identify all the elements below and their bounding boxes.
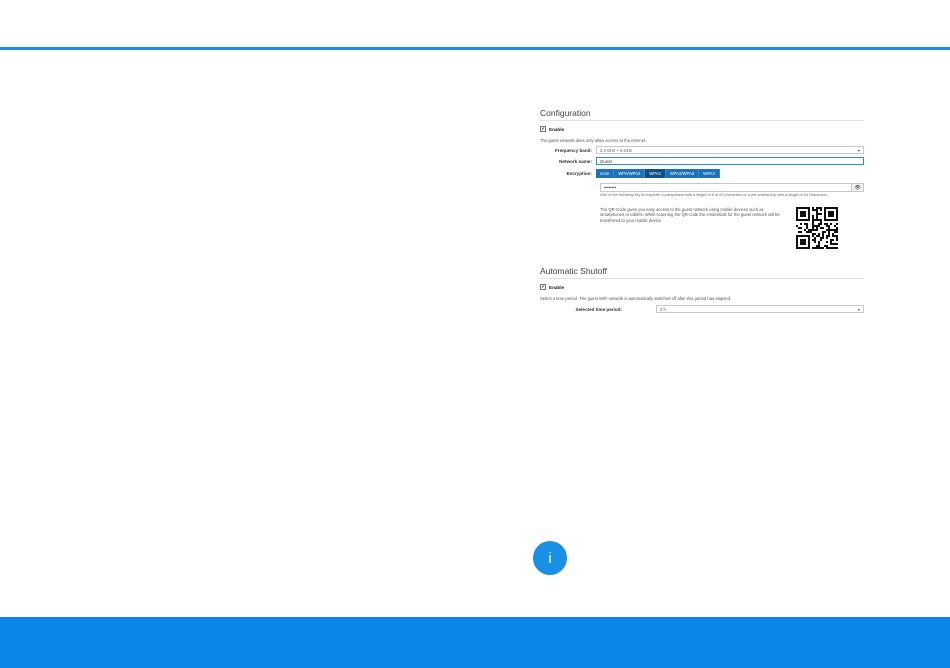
frequency-band-value: 2.4 GHz + 5 GHz [600, 147, 632, 153]
network-name-input[interactable]: Guest [596, 157, 864, 165]
frequency-band-row: Frequency band: 2.4 GHz + 5 GHz ▾ [540, 146, 864, 154]
configuration-enable-row[interactable]: ✔ Enable [540, 126, 864, 132]
guest-network-panel: Configuration ✔ Enable The guest network… [540, 108, 864, 313]
network-name-value: Guest [600, 158, 612, 164]
encryption-option-none[interactable]: none [596, 169, 615, 178]
checkmark-icon: ✔ [541, 284, 545, 289]
encryption-row: Encryption: none WPA/WPA2 WPA2 WPA2/WPA3… [540, 169, 864, 178]
encryption-segmented-control: none WPA/WPA2 WPA2 WPA2/WPA3 WPA3 [596, 169, 720, 178]
info-glyph: i [548, 549, 552, 567]
checkmark-icon: ✔ [541, 126, 545, 131]
enable-checkbox[interactable]: ✔ [540, 126, 546, 132]
shutoff-enable-row[interactable]: ✔ Enable [540, 284, 864, 290]
chevron-down-icon: ▾ [857, 306, 860, 312]
enable-label: Enable [549, 126, 565, 132]
automatic-shutoff-title: Automatic Shutoff [540, 266, 864, 279]
time-period-value: 2 h [660, 306, 666, 312]
frequency-band-select[interactable]: 2.4 GHz + 5 GHz ▾ [596, 146, 864, 154]
info-icon[interactable]: i [533, 541, 567, 575]
time-period-label: Selected time period: [575, 306, 622, 312]
qr-code-description: The QR-Code gives you easy access to the… [600, 207, 780, 223]
footer-bar [0, 617, 950, 668]
frequency-band-label: Frequency band: [554, 147, 592, 153]
chevron-down-icon: ▾ [857, 147, 860, 153]
encryption-option-wpa2-wpa3[interactable]: WPA2/WPA3 [665, 169, 700, 178]
password-field-group: •••••••• 👁 [600, 183, 864, 192]
shutoff-enable-label: Enable [549, 284, 565, 290]
password-input[interactable]: •••••••• [600, 183, 851, 192]
encryption-option-wpa3[interactable]: WPA3 [699, 169, 720, 178]
guest-network-note: The guest network does only allow access… [540, 138, 647, 143]
time-period-select[interactable]: 2 h ▾ [656, 305, 864, 313]
time-period-row: Selected time period: 2 h ▾ [540, 305, 864, 313]
qr-code-section: The QR-Code gives you easy access to the… [600, 207, 864, 249]
shutoff-enable-checkbox[interactable]: ✔ [540, 284, 546, 290]
password-hint: One of the following key is required: a … [600, 193, 828, 197]
shutoff-note: Select a time period. The guest WiFi net… [540, 296, 732, 301]
network-name-row: Network name: Guest [540, 157, 864, 165]
configuration-title: Configuration [540, 108, 864, 121]
encryption-label: Encryption: [566, 171, 592, 176]
eye-icon: 👁 [854, 184, 861, 191]
encryption-option-wpa2[interactable]: WPA2 [645, 169, 666, 178]
qr-code-image [796, 207, 838, 249]
show-password-button[interactable]: 👁 [851, 183, 864, 192]
encryption-option-wpa-wpa2[interactable]: WPA/WPA2 [614, 169, 646, 178]
network-name-label: Network name: [559, 158, 592, 164]
top-accent-line [0, 47, 950, 50]
